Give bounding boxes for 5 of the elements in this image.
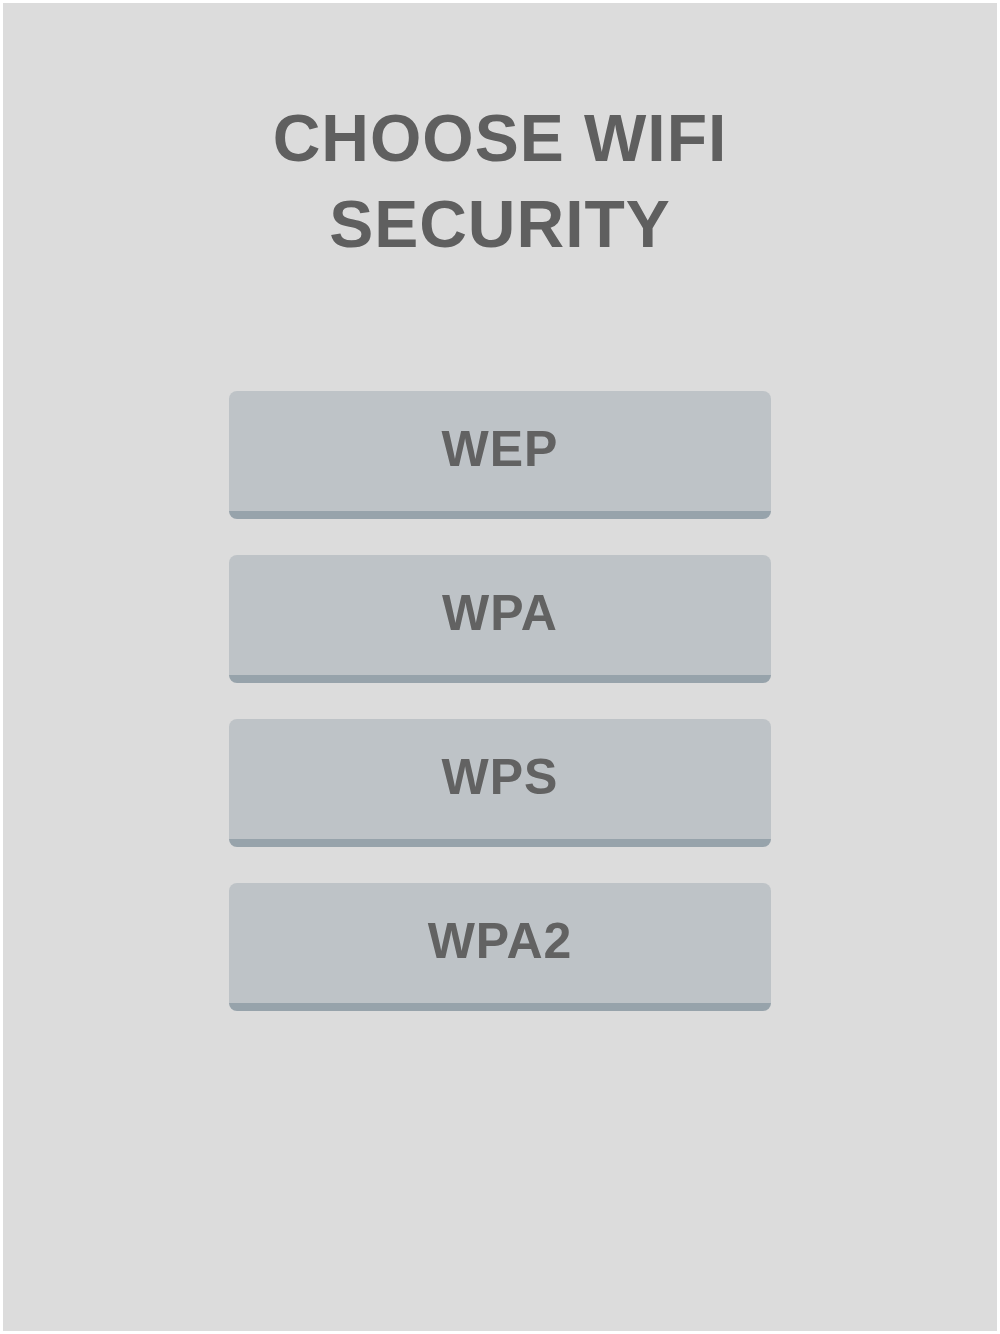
security-option-button[interactable]: WPS: [229, 719, 771, 847]
security-option-button[interactable]: WPA: [229, 555, 771, 683]
security-option-button[interactable]: WEP: [229, 391, 771, 519]
screen-title: CHOOSE WIFI SECURITY: [271, 100, 729, 263]
security-option-button[interactable]: WPA2: [229, 883, 771, 1011]
